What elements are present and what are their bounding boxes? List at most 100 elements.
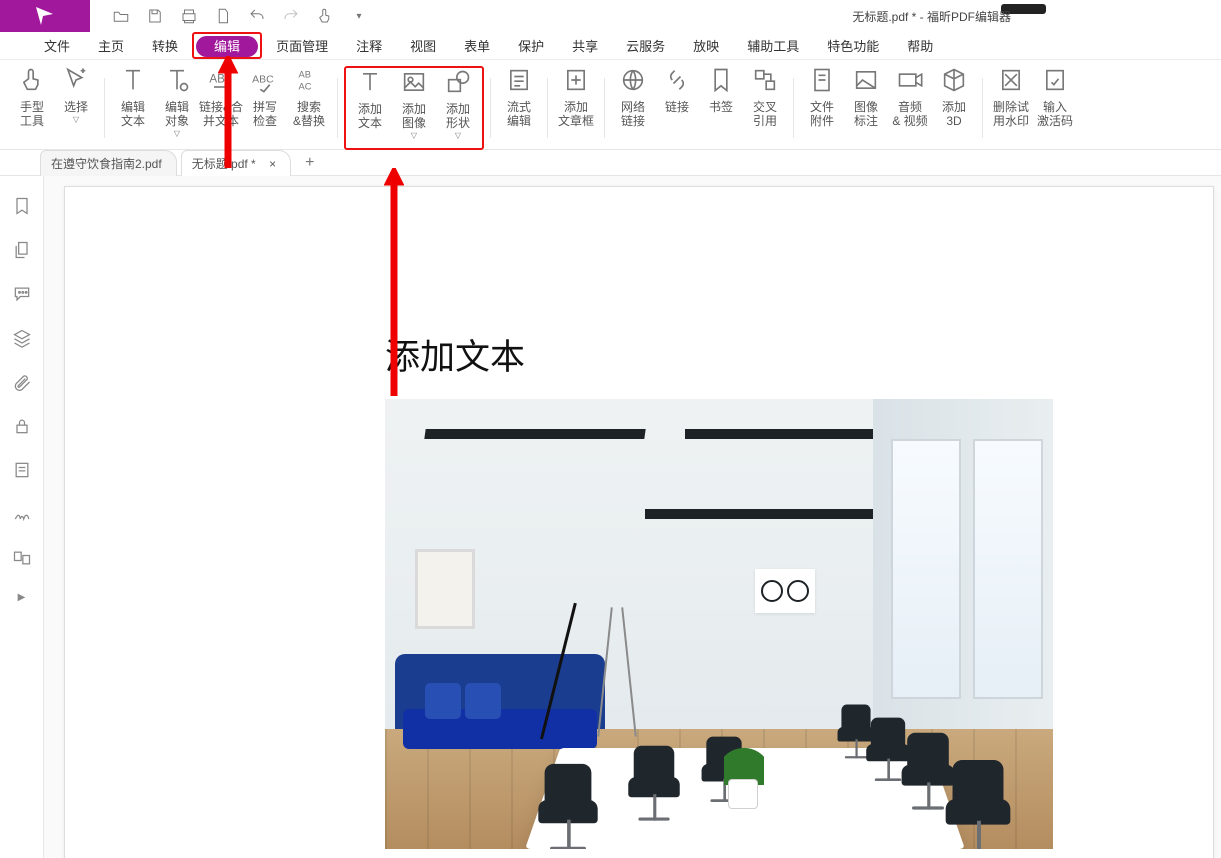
ribbon-label: 添加 3D — [942, 100, 966, 128]
find-icon: ABAC — [295, 66, 323, 94]
redo-icon[interactable] — [282, 7, 300, 25]
ribbon-attach[interactable]: 文件 附件 — [800, 66, 844, 146]
ribbon-link-merge[interactable]: AB链接&合 并文本 — [199, 66, 243, 146]
add-image-icon — [400, 68, 428, 96]
open-icon[interactable] — [112, 7, 130, 25]
img-annot-icon — [852, 66, 880, 94]
ribbon-label: 搜索 &替换 — [293, 100, 325, 128]
ribbon-label: 图像 标注 — [854, 100, 878, 128]
ribbon-edit-text[interactable]: 编辑 文本 — [111, 66, 155, 146]
ribbon-img-annot[interactable]: 图像 标注 — [844, 66, 888, 146]
ribbon-av[interactable]: 音频 & 视频 — [888, 66, 932, 146]
menu-edit[interactable]: 编辑 — [196, 36, 258, 57]
title-bar: ▾ 无标题.pdf * - 福昕PDF编辑器 — [0, 0, 1221, 32]
highlight-ribbon-box: 添加 文本添加 图像▽添加 形状▽ — [344, 66, 484, 150]
menu-home[interactable]: 主页 — [84, 32, 138, 59]
security-panel-icon[interactable] — [12, 416, 32, 436]
menu-protect[interactable]: 保护 — [504, 32, 558, 59]
compare-panel-icon[interactable] — [12, 548, 32, 568]
signature-panel-icon[interactable] — [12, 504, 32, 524]
menu-accessibility[interactable]: 辅助工具 — [733, 32, 813, 59]
form-panel-icon[interactable] — [12, 460, 32, 480]
ribbon-label: 音频 & 视频 — [892, 100, 927, 128]
comments-panel-icon[interactable] — [12, 284, 32, 304]
ribbon-bookmark[interactable]: 书签 — [699, 66, 743, 146]
expand-sidebar-icon[interactable]: ▶ — [18, 592, 26, 603]
add-article-icon — [562, 66, 590, 94]
crossref-icon — [751, 66, 779, 94]
ribbon-hand[interactable]: 手型 工具 — [10, 66, 54, 146]
layers-panel-icon[interactable] — [12, 328, 32, 348]
ribbon-label: 文件 附件 — [810, 100, 834, 128]
ribbon-weblink[interactable]: 网络 链接 — [611, 66, 655, 146]
actcode-icon — [1041, 66, 1069, 94]
menu-cloud[interactable]: 云服务 — [612, 32, 679, 59]
ribbon-reflow[interactable]: 流式 编辑 — [497, 66, 541, 146]
ribbon-rm-trial[interactable]: 删除试 用水印 — [989, 66, 1033, 146]
document-canvas[interactable]: 添加文本 — [44, 176, 1221, 858]
ribbon-actcode[interactable]: 输入 激活码 — [1033, 66, 1077, 146]
ribbon-label: 书签 — [709, 100, 733, 114]
menu-help[interactable]: 帮助 — [893, 32, 947, 59]
edit-text-icon — [119, 66, 147, 94]
ribbon-add-shape[interactable]: 添加 形状▽ — [436, 68, 480, 148]
ribbon-link[interactable]: 链接 — [655, 66, 699, 146]
close-tab-icon[interactable]: × — [269, 157, 276, 171]
ribbon-add3d[interactable]: 添加 3D — [932, 66, 976, 146]
save-icon[interactable] — [146, 7, 164, 25]
ribbon-add-text[interactable]: 添加 文本 — [348, 68, 392, 148]
touch-icon[interactable] — [316, 7, 334, 25]
ribbon-separator — [982, 78, 983, 138]
add-tab-button[interactable]: + — [305, 154, 314, 172]
menu-share[interactable]: 共享 — [558, 32, 612, 59]
add-shape-icon — [444, 68, 472, 96]
quick-access-toolbar: ▾ — [112, 7, 368, 25]
sample-text[interactable]: 添加文本 — [385, 329, 525, 380]
ribbon-label: 删除试 用水印 — [993, 100, 1029, 128]
ribbon-select[interactable]: 选择▽ — [54, 66, 98, 146]
weblink-icon — [619, 66, 647, 94]
bookmark-panel-icon[interactable] — [12, 196, 32, 216]
svg-text:ABC: ABC — [252, 73, 274, 85]
qat-more-icon[interactable]: ▾ — [350, 7, 368, 25]
bookmark-icon — [707, 66, 735, 94]
menu-annotate[interactable]: 注释 — [342, 32, 396, 59]
chevron-down-icon: ▽ — [174, 129, 180, 138]
ribbon-label: 输入 激活码 — [1037, 100, 1073, 128]
window-title: 无标题.pdf * - 福昕PDF编辑器 — [852, 8, 1011, 25]
app-logo[interactable] — [0, 0, 90, 32]
tab-label: 在遵守饮食指南2.pdf — [51, 157, 162, 171]
spell-icon: ABC — [251, 66, 279, 94]
ribbon-label: 添加 形状 — [446, 102, 470, 130]
ribbon-edit-obj[interactable]: 编辑 对象▽ — [155, 66, 199, 146]
menu-file[interactable]: 文件 — [30, 32, 84, 59]
ribbon-crossref[interactable]: 交叉 引用 — [743, 66, 787, 146]
menu-form[interactable]: 表单 — [450, 32, 504, 59]
menu-page[interactable]: 页面管理 — [262, 32, 342, 59]
ribbon-label: 网络 链接 — [621, 100, 645, 128]
ribbon-label: 交叉 引用 — [753, 100, 777, 128]
document-tab[interactable]: 无标题.pdf * × — [181, 150, 291, 176]
menu-features[interactable]: 特色功能 — [813, 32, 893, 59]
pages-panel-icon[interactable] — [12, 240, 32, 260]
ribbon-find[interactable]: ABAC 搜索 &替换 — [287, 66, 331, 146]
menu-convert[interactable]: 转换 — [138, 32, 192, 59]
print-icon[interactable] — [180, 7, 198, 25]
ribbon-add-image[interactable]: 添加 图像▽ — [392, 68, 436, 148]
undo-icon[interactable] — [248, 7, 266, 25]
ribbon-label: 编辑 对象 — [165, 100, 189, 128]
edit-obj-icon — [163, 66, 191, 94]
tab-label: 无标题.pdf * — [192, 157, 256, 171]
ribbon-separator — [104, 78, 105, 138]
document-tab[interactable]: 在遵守饮食指南2.pdf — [40, 150, 177, 176]
attachments-panel-icon[interactable] — [12, 372, 32, 392]
chevron-down-icon: ▽ — [455, 131, 461, 140]
ribbon-spell[interactable]: ABC拼写 检查 — [243, 66, 287, 146]
blank-page-icon[interactable] — [214, 7, 232, 25]
ribbon-label: 编辑 文本 — [121, 100, 145, 128]
menu-slideshow[interactable]: 放映 — [679, 32, 733, 59]
reflow-icon — [505, 66, 533, 94]
ribbon-add-article[interactable]: 添加 文章框 — [554, 66, 598, 146]
menu-view[interactable]: 视图 — [396, 32, 450, 59]
embedded-image[interactable] — [385, 399, 1053, 849]
